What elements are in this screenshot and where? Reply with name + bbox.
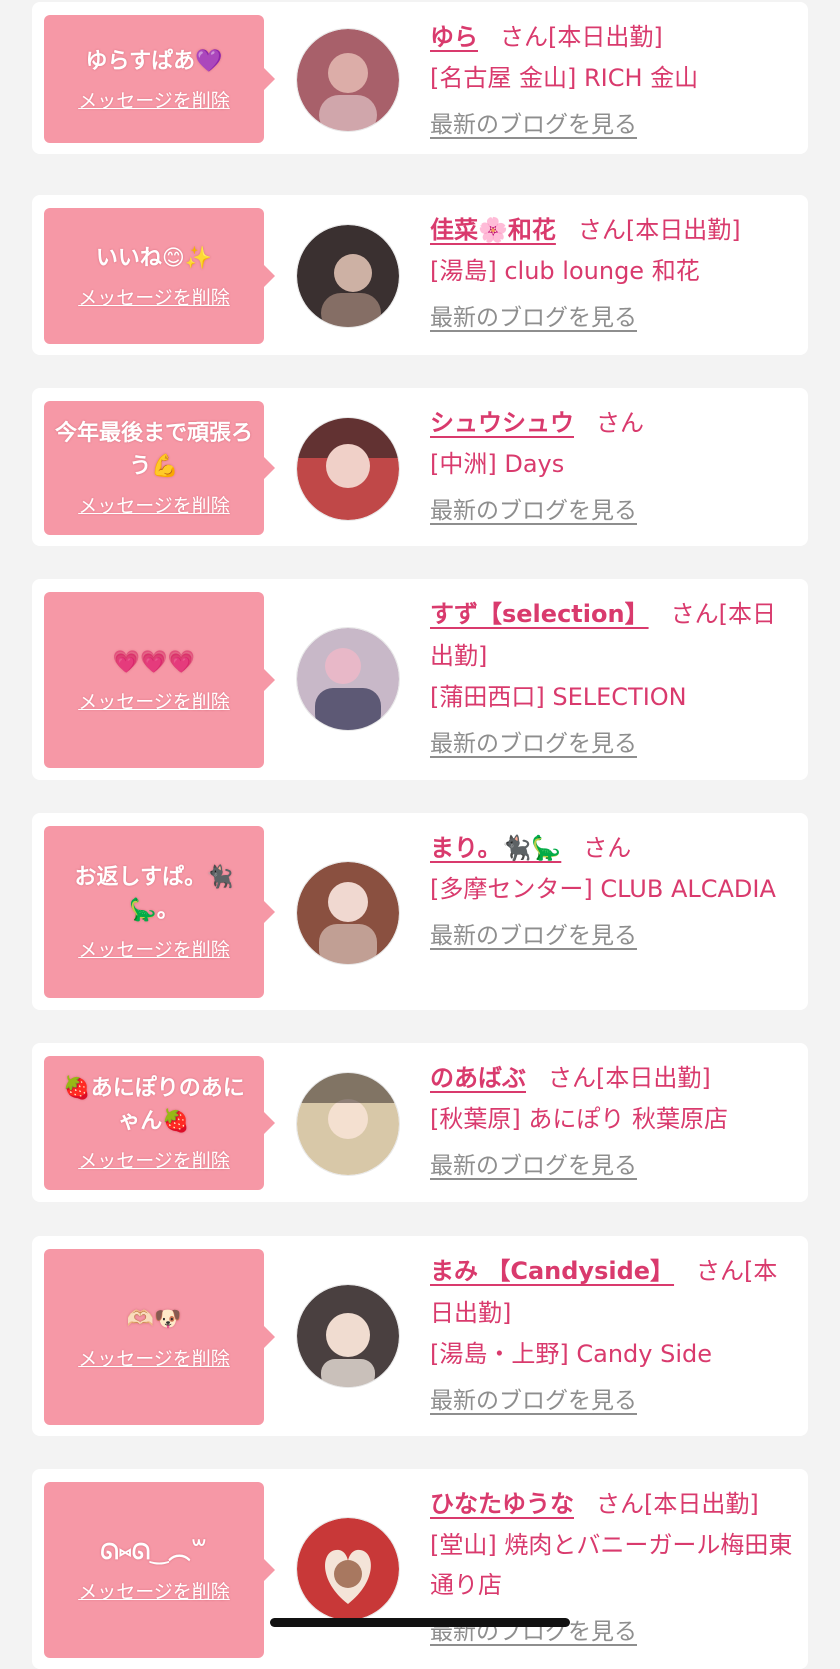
cast-name-link[interactable]: ゆら	[430, 23, 478, 51]
cast-name-link[interactable]: まり。🐈‍⬛🦕	[430, 834, 561, 862]
avatar[interactable]	[296, 1284, 400, 1388]
message-card: ゆらすぱあ💜 メッセージを削除 ゆら さん[本日出勤] [名古屋 金山] RICH…	[32, 2, 808, 154]
message-card: 今年最後まで頑張ろう💪 メッセージを削除 シュウシュウ さん [中洲] Days …	[32, 388, 808, 546]
avatar[interactable]	[296, 28, 400, 132]
cast-info: すず【selection】 さん[本日出勤] [蒲田西口] SELECTION 最…	[430, 593, 794, 761]
cast-info: まり。🐈‍⬛🦕 さん [多摩センター] CLUB ALCADIA 最新のブログを見…	[430, 827, 794, 953]
delete-message-link[interactable]: メッセージを削除	[78, 285, 230, 311]
cast-name-link[interactable]: ひなたゆうな	[430, 1490, 574, 1518]
shop-info: [秋葉原] あにぽり 秋葉原店	[430, 1105, 728, 1133]
cast-name-link[interactable]: シュウシュウ	[430, 409, 574, 437]
latest-blog-link[interactable]: 最新のブログを見る	[430, 919, 637, 953]
shop-info: [多摩センター] CLUB ALCADIA	[430, 875, 776, 903]
latest-blog-link[interactable]: 最新のブログを見る	[430, 1149, 637, 1183]
delete-message-link[interactable]: メッセージを削除	[78, 937, 230, 963]
message-bubble: 🫶🏻🐶 メッセージを削除	[44, 1249, 275, 1425]
shop-info: [湯島・上野] Candy Side	[430, 1340, 712, 1368]
latest-blog-link[interactable]: 最新のブログを見る	[430, 494, 637, 528]
avatar[interactable]	[296, 627, 400, 731]
honorific: さん	[596, 1490, 644, 1518]
message-bubble: お返しすぱ。🐈‍⬛🦕。 メッセージを削除	[44, 826, 275, 998]
latest-blog-link[interactable]: 最新のブログを見る	[430, 301, 637, 335]
message-card: ᘏ⑅ᘏ‿︵꒳ メッセージを削除 ひなたゆうな さん[本日出勤] [堂山] 焼肉とバ…	[32, 1469, 808, 1669]
message-card: いいね😊✨ メッセージを削除 佳菜🌸和花 さん[本日出勤] [湯島] club l…	[32, 195, 808, 355]
cast-info: 佳菜🌸和花 さん[本日出勤] [湯島] club lounge 和花 最新のブログ…	[430, 209, 794, 335]
message-bubble: 🍓あにぽりのあにゃん🍓 メッセージを削除	[44, 1056, 275, 1190]
latest-blog-link[interactable]: 最新のブログを見る	[430, 727, 637, 761]
honorific: さん	[596, 409, 644, 437]
status-text: [本日出勤]	[625, 216, 741, 244]
delete-message-link[interactable]: メッセージを削除	[78, 1579, 230, 1605]
honorific: さん	[577, 216, 626, 244]
avatar[interactable]	[296, 224, 400, 328]
honorific: さん	[670, 600, 719, 628]
cast-name-link[interactable]: すず【selection】	[430, 600, 649, 628]
message-text: お返しすぱ。🐈‍⬛🦕。	[74, 865, 234, 923]
message-bubble: ᘏ⑅ᘏ‿︵꒳ メッセージを削除	[44, 1482, 275, 1658]
avatar[interactable]	[296, 417, 400, 521]
message-card: 💗💗💗 メッセージを削除 すず【selection】 さん[本日出勤] [蒲田西口…	[32, 579, 808, 780]
message-bubble: 💗💗💗 メッセージを削除	[44, 592, 275, 768]
delete-message-link[interactable]: メッセージを削除	[78, 88, 230, 114]
cast-info: シュウシュウ さん [中洲] Days 最新のブログを見る	[430, 402, 794, 528]
message-text: 💗💗💗	[112, 649, 196, 675]
message-card: お返しすぱ。🐈‍⬛🦕。 メッセージを削除 まり。🐈‍⬛🦕 さん [多摩センター] …	[32, 813, 808, 1010]
message-text: ᘏ⑅ᘏ‿︵꒳	[100, 1539, 208, 1565]
honorific: さん	[696, 1257, 745, 1285]
latest-blog-link[interactable]: 最新のブログを見る	[430, 1384, 637, 1418]
status-text: [本日出勤]	[644, 1490, 759, 1518]
message-text: 今年最後まで頑張ろう💪	[54, 421, 253, 479]
cast-info: のあばぶ さん[本日出勤] [秋葉原] あにぽり 秋葉原店 最新のブログを見る	[430, 1057, 794, 1183]
home-indicator[interactable]	[270, 1618, 570, 1627]
cast-info: ゆら さん[本日出勤] [名古屋 金山] RICH 金山 最新のブログを見る	[430, 16, 794, 142]
honorific: さん	[548, 1064, 596, 1092]
message-card: 🍓あにぽりのあにゃん🍓 メッセージを削除 のあばぶ さん[本日出勤] [秋葉原] …	[32, 1043, 808, 1202]
shop-info: [堂山] 焼肉とバニーガール梅田東通り店	[430, 1531, 793, 1599]
delete-message-link[interactable]: メッセージを削除	[78, 1346, 230, 1372]
cast-name-link[interactable]: 佳菜🌸和花	[430, 216, 556, 244]
delete-message-link[interactable]: メッセージを削除	[78, 1148, 230, 1174]
message-bubble: ゆらすぱあ💜 メッセージを削除	[44, 15, 275, 143]
message-text: 🍓あにぽりのあにゃん🍓	[63, 1076, 245, 1134]
message-card: 🫶🏻🐶 メッセージを削除 まみ 【Candyside】 さん[本日出勤] [湯島・…	[32, 1236, 808, 1436]
message-bubble: いいね😊✨ メッセージを削除	[44, 208, 275, 344]
shop-info: [蒲田西口] SELECTION	[430, 683, 687, 711]
status-text: [本日出勤]	[548, 23, 663, 51]
message-text: 🫶🏻🐶	[126, 1306, 182, 1332]
shop-info: [中洲] Days	[430, 450, 565, 478]
latest-blog-link[interactable]: 最新のブログを見る	[430, 108, 637, 142]
message-text: ゆらすぱあ💜	[85, 48, 223, 74]
honorific: さん	[500, 23, 548, 51]
cast-info: まみ 【Candyside】 さん[本日出勤] [湯島・上野] Candy Sid…	[430, 1250, 794, 1418]
message-text: いいね😊✨	[95, 245, 213, 271]
message-bubble: 今年最後まで頑張ろう💪 メッセージを削除	[44, 401, 275, 535]
shop-info: [湯島] club lounge 和花	[430, 257, 700, 285]
delete-message-link[interactable]: メッセージを削除	[78, 689, 230, 715]
status-text: [本日出勤]	[596, 1064, 711, 1092]
avatar[interactable]	[296, 1072, 400, 1176]
shop-info: [名古屋 金山] RICH 金山	[430, 64, 699, 92]
cast-name-link[interactable]: まみ 【Candyside】	[430, 1257, 674, 1285]
avatar[interactable]	[296, 861, 400, 965]
avatar[interactable]	[296, 1517, 400, 1621]
honorific: さん	[583, 834, 632, 862]
delete-message-link[interactable]: メッセージを削除	[78, 493, 230, 519]
cast-name-link[interactable]: のあばぶ	[430, 1064, 526, 1092]
